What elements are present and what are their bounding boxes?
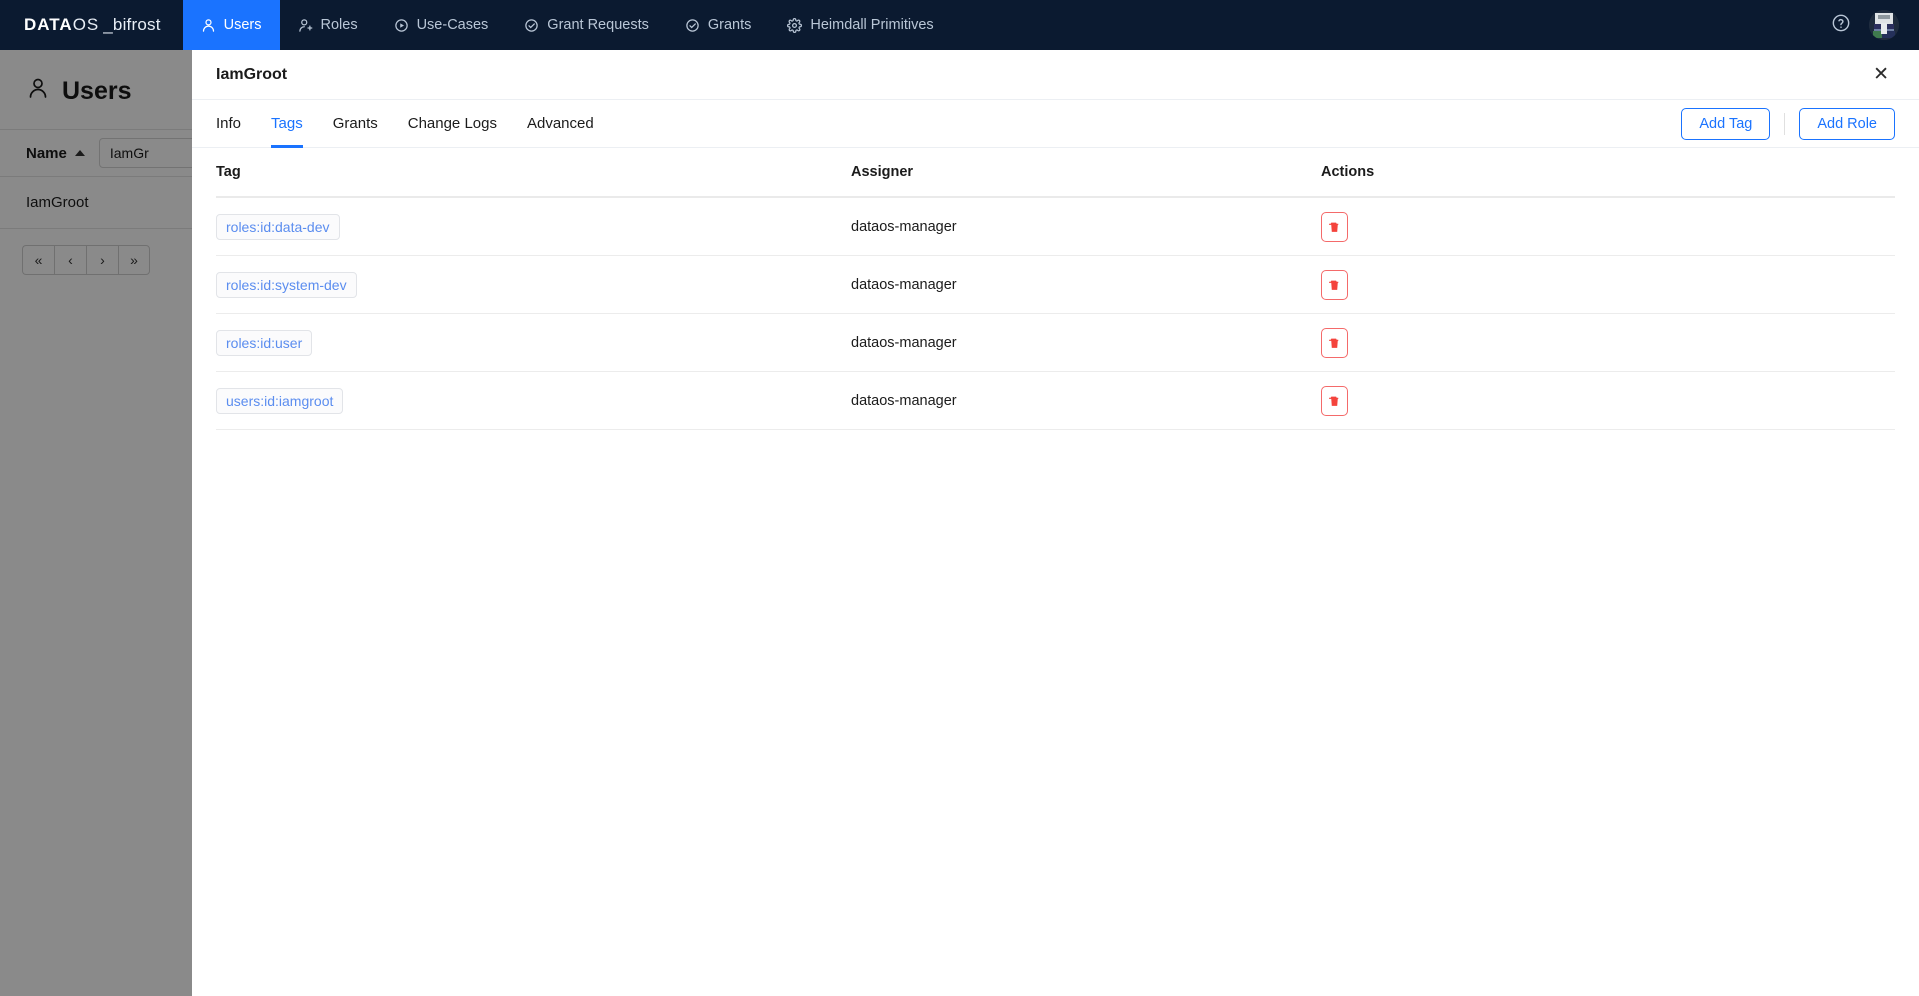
tags-table-header-row: Tag Assigner Actions xyxy=(216,148,1895,198)
brand-sub-text: _bifrost xyxy=(103,15,161,34)
tag-chip[interactable]: roles:id:system-dev xyxy=(216,271,357,298)
actions-cell xyxy=(1321,327,1895,358)
user-icon xyxy=(201,18,216,33)
assigner-cell: dataos-manager xyxy=(851,276,957,293)
tag-cell: roles:id:system-dev xyxy=(216,271,851,298)
check-circle-icon xyxy=(685,18,700,33)
nav-label-roles: Roles xyxy=(320,17,358,33)
nav-item-grants[interactable]: Grants xyxy=(667,0,770,50)
actions-cell xyxy=(1321,211,1895,242)
modal-action-buttons: Add Tag Add Role xyxy=(1681,100,1919,147)
assigner-cell: dataos-manager xyxy=(851,392,957,409)
table-row: users:id:iamgroot dataos-manager xyxy=(216,372,1895,430)
nav-item-heimdall-primitives[interactable]: Heimdall Primitives xyxy=(769,0,951,50)
modal-tab-bar: Info Tags Grants Change Logs Advanced Ad… xyxy=(192,100,1919,148)
column-header-tag: Tag xyxy=(216,164,241,180)
tag-cell: roles:id:data-dev xyxy=(216,213,851,240)
tab-tags[interactable]: Tags xyxy=(256,100,318,148)
brand-os-text: OS xyxy=(72,15,100,34)
tab-grants[interactable]: Grants xyxy=(318,100,393,147)
column-header-assigner: Assigner xyxy=(851,164,914,180)
tab-advanced[interactable]: Advanced xyxy=(512,100,609,147)
table-row: roles:id:user dataos-manager xyxy=(216,314,1895,372)
play-circle-icon xyxy=(394,18,409,33)
nav-item-grant-requests[interactable]: Grant Requests xyxy=(506,0,667,50)
assigner-cell: dataos-manager xyxy=(851,334,957,351)
tag-cell: roles:id:user xyxy=(216,329,851,356)
delete-tag-button[interactable] xyxy=(1321,327,1348,358)
top-navigation-bar: DATA OS _bifrost Users Roles Use-Cases Gra… xyxy=(0,0,1919,50)
avatar[interactable] xyxy=(1869,10,1899,40)
tag-cell: users:id:iamgroot xyxy=(216,387,851,414)
tags-table: Tag Assigner Actions roles:id:data-dev d… xyxy=(192,148,1919,430)
tab-change-logs[interactable]: Change Logs xyxy=(393,100,512,147)
user-detail-modal: IamGroot ✕ Info Tags Grants Change Logs … xyxy=(192,50,1919,996)
table-row: roles:id:data-dev dataos-manager xyxy=(216,198,1895,256)
modal-title: IamGroot xyxy=(216,65,288,83)
nav-label-users: Users xyxy=(223,17,262,33)
table-row: roles:id:system-dev dataos-manager xyxy=(216,256,1895,314)
add-tag-button[interactable]: Add Tag xyxy=(1681,107,1771,140)
button-divider xyxy=(1784,112,1786,135)
nav-label-use-cases: Use-Cases xyxy=(416,17,489,33)
modal-header: IamGroot ✕ xyxy=(192,50,1919,100)
nav-label-grants: Grants xyxy=(707,17,752,33)
tag-chip[interactable]: roles:id:user xyxy=(216,329,313,356)
tag-chip[interactable]: users:id:iamgroot xyxy=(216,387,344,414)
delete-tag-button[interactable] xyxy=(1321,211,1348,242)
assigner-cell: dataos-manager xyxy=(851,218,957,235)
column-header-actions: Actions xyxy=(1321,164,1375,180)
nav-item-roles[interactable]: Roles xyxy=(280,0,376,50)
delete-tag-button[interactable] xyxy=(1321,385,1348,416)
add-role-button[interactable]: Add Role xyxy=(1799,107,1895,140)
nav-right-group xyxy=(1831,0,1919,50)
nav-label-heimdall-primitives: Heimdall Primitives xyxy=(810,17,934,33)
user-plus-icon xyxy=(298,18,313,33)
actions-cell xyxy=(1321,269,1895,300)
tab-info[interactable]: Info xyxy=(216,100,256,147)
help-circle-icon[interactable] xyxy=(1831,13,1851,38)
actions-cell xyxy=(1321,385,1895,416)
gear-icon xyxy=(787,17,803,33)
close-icon[interactable]: ✕ xyxy=(1867,61,1895,88)
nav-item-use-cases[interactable]: Use-Cases xyxy=(376,0,507,50)
nav-item-users[interactable]: Users xyxy=(182,0,280,50)
delete-tag-button[interactable] xyxy=(1321,269,1348,300)
check-circle-icon xyxy=(524,18,539,33)
brand-data-text: DATA xyxy=(24,15,73,34)
tag-chip[interactable]: roles:id:data-dev xyxy=(216,213,340,240)
brand-logo[interactable]: DATA OS _bifrost xyxy=(0,0,183,50)
nav-label-grant-requests: Grant Requests xyxy=(547,17,649,33)
